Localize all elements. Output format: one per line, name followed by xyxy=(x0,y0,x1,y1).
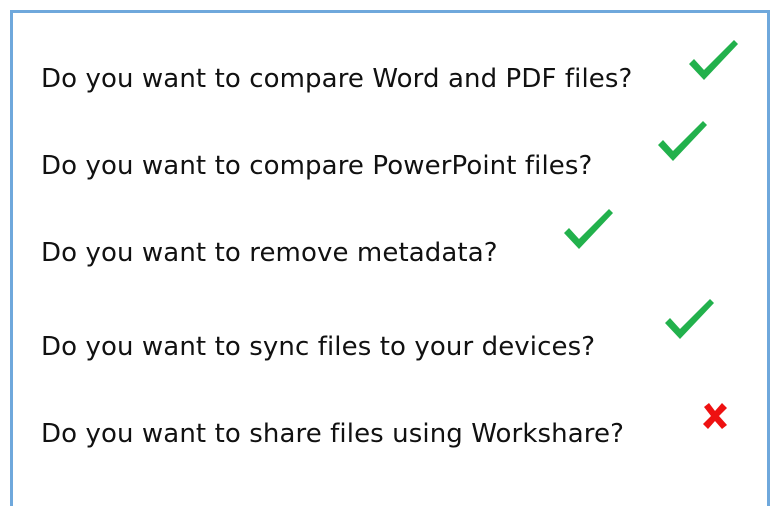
question-card: Do you want to compare Word and PDF file… xyxy=(10,10,770,506)
check-icon xyxy=(689,40,738,80)
question-text: Do you want to sync files to your device… xyxy=(41,332,596,362)
question-text: Do you want to share files using Worksha… xyxy=(41,419,624,449)
question-row-compare-word-pdf: Do you want to compare Word and PDF file… xyxy=(41,59,632,99)
cross-icon xyxy=(703,403,727,429)
question-row-share-workshare: Do you want to share files using Worksha… xyxy=(41,414,624,454)
question-row-sync-files: Do you want to sync files to your device… xyxy=(41,327,595,367)
question-text: Do you want to compare Word and PDF file… xyxy=(41,64,633,94)
question-text: Do you want to compare PowerPoint files? xyxy=(41,151,593,181)
question-text: Do you want to remove metadata? xyxy=(41,238,498,268)
check-icon xyxy=(665,299,714,339)
question-row-remove-metadata: Do you want to remove metadata? xyxy=(41,233,498,273)
check-icon xyxy=(658,121,707,161)
check-icon xyxy=(564,209,613,249)
question-row-compare-powerpoint: Do you want to compare PowerPoint files? xyxy=(41,146,592,186)
